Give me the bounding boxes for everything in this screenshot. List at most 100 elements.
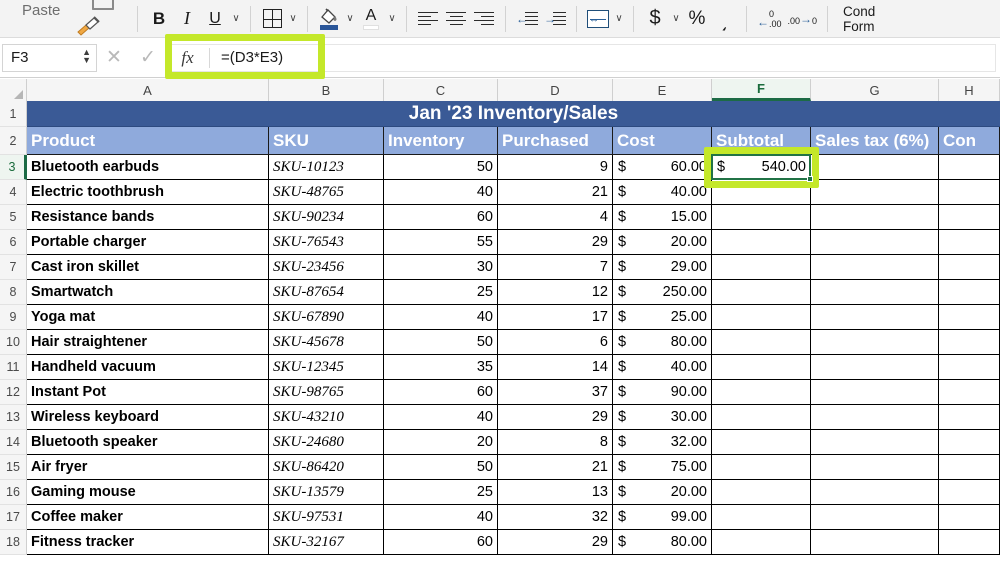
cell-next[interactable] <box>939 405 1000 430</box>
cell-cost[interactable]: $15.00 <box>613 205 712 230</box>
cell-sku[interactable]: SKU-98765 <box>269 380 384 405</box>
cell-sku[interactable]: SKU-12345 <box>269 355 384 380</box>
confirm-formula-button[interactable]: ✓ <box>131 38 165 78</box>
cell-cost[interactable]: $30.00 <box>613 405 712 430</box>
fill-color-chevron-down-icon[interactable]: ∨ <box>343 4 357 34</box>
row-header-16[interactable]: 16 <box>0 480 27 505</box>
table-header-cell[interactable]: Sales tax (6%) <box>811 127 939 155</box>
cell-next[interactable] <box>939 505 1000 530</box>
cell-inventory[interactable]: 25 <box>384 280 498 305</box>
cell-inventory[interactable]: 60 <box>384 380 498 405</box>
cell-cost[interactable]: $40.00 <box>613 180 712 205</box>
cell-product[interactable]: Hair straightener <box>27 330 269 355</box>
cell-next[interactable] <box>939 155 1000 180</box>
table-header-cell[interactable]: Cost <box>613 127 712 155</box>
cell-purchased[interactable]: 21 <box>498 180 613 205</box>
cell-inventory[interactable]: 55 <box>384 230 498 255</box>
cell-purchased[interactable]: 29 <box>498 530 613 555</box>
cell-subtotal[interactable] <box>712 330 811 355</box>
row-header-17[interactable]: 17 <box>0 505 27 530</box>
cell-cost[interactable]: $40.00 <box>613 355 712 380</box>
cell-purchased[interactable]: 7 <box>498 255 613 280</box>
select-all-corner[interactable] <box>0 79 27 101</box>
bold-button[interactable]: B <box>145 4 173 34</box>
cell-inventory[interactable]: 30 <box>384 255 498 280</box>
cell-purchased[interactable]: 29 <box>498 230 613 255</box>
cell-next[interactable] <box>939 355 1000 380</box>
cell-purchased[interactable]: 8 <box>498 430 613 455</box>
cell-tax[interactable] <box>811 480 939 505</box>
table-header-cell[interactable]: Inventory <box>384 127 498 155</box>
cell-product[interactable]: Coffee maker <box>27 505 269 530</box>
cell-product[interactable]: Bluetooth earbuds <box>27 155 269 180</box>
cell-next[interactable] <box>939 455 1000 480</box>
table-header-cell[interactable]: Con <box>939 127 1000 155</box>
cell-inventory[interactable]: 60 <box>384 205 498 230</box>
row-header-1[interactable]: 1 <box>0 101 27 127</box>
cell-next[interactable] <box>939 480 1000 505</box>
cell-next[interactable] <box>939 280 1000 305</box>
font-color-chevron-down-icon[interactable]: ∨ <box>385 4 399 34</box>
cell-tax[interactable] <box>811 530 939 555</box>
cell-purchased[interactable]: 9 <box>498 155 613 180</box>
cell-sku[interactable]: SKU-24680 <box>269 430 384 455</box>
cell-tax[interactable] <box>811 380 939 405</box>
cell-subtotal[interactable] <box>712 530 811 555</box>
cell-purchased[interactable]: 29 <box>498 405 613 430</box>
cell-subtotal[interactable] <box>712 255 811 280</box>
cell-product[interactable]: Gaming mouse <box>27 480 269 505</box>
cell-tax[interactable] <box>811 505 939 530</box>
fill-handle[interactable] <box>807 176 813 182</box>
currency-chevron-down-icon[interactable]: ∨ <box>669 4 683 34</box>
cell-tax[interactable] <box>811 330 939 355</box>
cell-subtotal[interactable] <box>712 180 811 205</box>
cell-subtotal[interactable] <box>712 405 811 430</box>
cell-subtotal[interactable] <box>712 380 811 405</box>
cell-sku[interactable]: SKU-90234 <box>269 205 384 230</box>
cell-inventory[interactable]: 60 <box>384 530 498 555</box>
cell-next[interactable] <box>939 330 1000 355</box>
column-header-h[interactable]: H <box>939 79 1000 101</box>
increase-decimal-button[interactable]: .00 → 0 <box>785 4 821 34</box>
table-header-cell[interactable]: Purchased <box>498 127 613 155</box>
cell-inventory[interactable]: 40 <box>384 305 498 330</box>
cell-sku[interactable]: SKU-76543 <box>269 230 384 255</box>
cell-purchased[interactable]: 13 <box>498 480 613 505</box>
cell-tax[interactable] <box>811 355 939 380</box>
cell-purchased[interactable]: 12 <box>498 280 613 305</box>
font-color-button[interactable]: A <box>357 4 385 34</box>
cell-tax[interactable] <box>811 280 939 305</box>
cell-sku[interactable]: SKU-86420 <box>269 455 384 480</box>
row-header-3[interactable]: 3 <box>0 155 27 180</box>
decrease-decimal-button[interactable]: ← 0.00 <box>754 4 785 34</box>
align-left-button[interactable] <box>414 4 442 34</box>
row-header-4[interactable]: 4 <box>0 180 27 205</box>
merge-chevron-down-icon[interactable]: ∨ <box>612 4 626 34</box>
cell-subtotal[interactable]: $540.00 <box>712 155 811 180</box>
align-center-button[interactable] <box>442 4 470 34</box>
cell-cost[interactable]: $90.00 <box>613 380 712 405</box>
conditional-formatting-button[interactable]: Cond Form <box>843 4 875 34</box>
cell-inventory[interactable]: 20 <box>384 430 498 455</box>
comma-format-button[interactable]: ͵ <box>711 4 739 34</box>
table-header-cell[interactable]: Subtotal <box>712 127 811 155</box>
currency-format-button[interactable]: $ <box>641 4 669 34</box>
cell-product[interactable]: Smartwatch <box>27 280 269 305</box>
column-header-g[interactable]: G <box>811 79 939 101</box>
underline-button[interactable]: U <box>201 4 229 34</box>
percent-format-button[interactable]: % <box>683 4 711 34</box>
cell-tax[interactable] <box>811 430 939 455</box>
row-header-13[interactable]: 13 <box>0 405 27 430</box>
column-header-d[interactable]: D <box>498 79 613 101</box>
cell-subtotal[interactable] <box>712 455 811 480</box>
cell-cost[interactable]: $75.00 <box>613 455 712 480</box>
cell-next[interactable] <box>939 255 1000 280</box>
cell-sku[interactable]: SKU-45678 <box>269 330 384 355</box>
cell-cost[interactable]: $25.00 <box>613 305 712 330</box>
cell-product[interactable]: Yoga mat <box>27 305 269 330</box>
cell-purchased[interactable]: 32 <box>498 505 613 530</box>
column-header-c[interactable]: C <box>384 79 498 101</box>
cell-cost[interactable]: $29.00 <box>613 255 712 280</box>
row-header-11[interactable]: 11 <box>0 355 27 380</box>
cell-tax[interactable] <box>811 205 939 230</box>
